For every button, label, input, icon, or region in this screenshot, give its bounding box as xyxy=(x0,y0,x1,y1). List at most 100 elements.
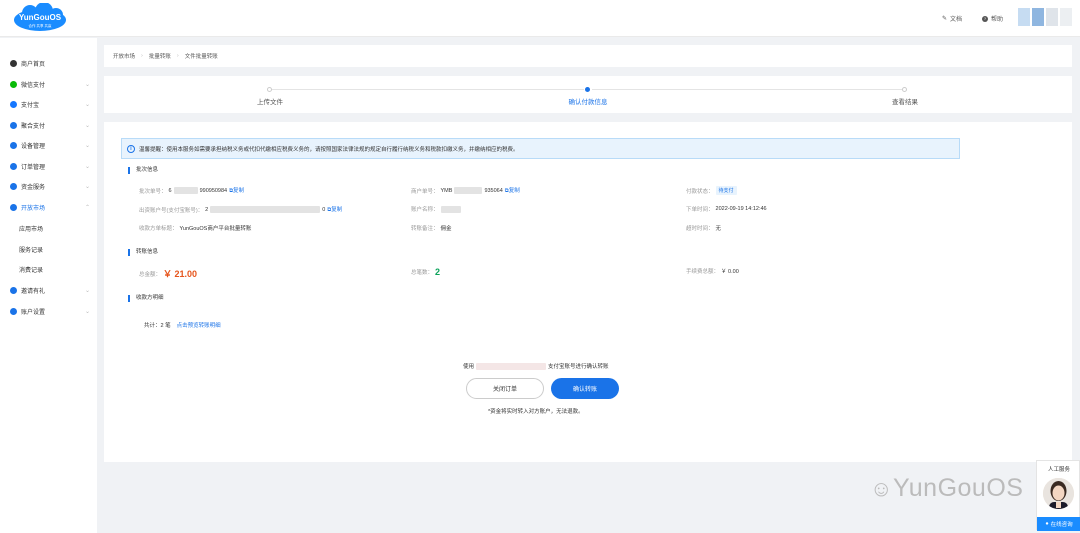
breadcrumb-separator: › xyxy=(141,53,143,59)
confirm-use-prefix: 使用 xyxy=(463,364,475,370)
wechat-watermark-icon: ☺ xyxy=(870,476,893,501)
pay-status-row: 付款状态： 待支付 xyxy=(686,186,737,195)
market-icon xyxy=(10,203,17,211)
watermark: ☺YunGouOS xyxy=(870,474,1023,503)
payer-redacted xyxy=(210,206,321,213)
settings-icon xyxy=(10,307,17,315)
step-dot-upload xyxy=(267,87,272,92)
merchant-no-prefix: YMB xyxy=(440,187,453,194)
total-amount-label: 总金额： xyxy=(139,271,162,278)
total-amount-value: ￥ 21.00 xyxy=(163,269,198,279)
step-connector xyxy=(272,89,584,90)
payer-prefix: 2 xyxy=(205,206,209,213)
confirm-account-redacted xyxy=(476,362,547,370)
order-time-value: 2022-09-19 14:12:46 xyxy=(715,206,767,212)
notice-text: 温馨提醒：使用本服务如需要承担纳税义务或代扣代缴相应税费义务的，请按照国家法律法… xyxy=(139,146,519,153)
sidebar-subitem[interactable]: 消费记录 xyxy=(19,265,43,274)
timeout-label: 超时时间： xyxy=(686,226,714,232)
sidebar-item-label: 订单管理 xyxy=(21,164,46,171)
aggregate-icon xyxy=(10,121,17,129)
confirm-account-row: 使用 支付宝账号进行确认转账 xyxy=(463,362,609,370)
chevron-down-icon: ⌄ xyxy=(85,101,91,108)
top-header: YunGouOS 合作 共享 共赢 ✎ 文档 ? 帮助 xyxy=(0,0,1080,37)
sidebar-item[interactable]: 设备管理 ⌄ xyxy=(0,136,97,154)
help-link[interactable]: ? 帮助 xyxy=(982,14,1003,23)
total-count-value: 2 xyxy=(435,267,441,277)
confirm-note: *资金将实时转入对方账户，无法退款。 xyxy=(488,409,584,415)
sidebar-item[interactable]: 邀请有礼 ⌄ xyxy=(0,281,97,299)
steps-panel xyxy=(104,76,1072,113)
payee-section-title: 收款方明细 xyxy=(128,295,164,302)
sidebar-subitem[interactable]: 服务记录 xyxy=(19,245,43,254)
order-title-value: YunGouOS商户平台批量转账 xyxy=(179,226,252,232)
chevron-down-icon: ⌄ xyxy=(85,81,91,88)
chevron-down-icon: ⌄ xyxy=(85,183,91,190)
sidebar-item[interactable]: 聚合支付 ⌄ xyxy=(0,116,97,134)
pay-status-label: 付款状态： xyxy=(686,188,714,195)
remark-row: 转账备注： 佣金 xyxy=(411,224,452,232)
merchant-no-copy-button[interactable]: ⧉复制 xyxy=(505,186,520,195)
confirm-note-row: *资金将实时转入对方账户，无法退款。 xyxy=(488,407,584,415)
payer-label: 出资账户号(支付宝账号)： xyxy=(139,207,204,214)
confirm-use-suffix: 支付宝账号进行确认转账 xyxy=(548,364,609,370)
account-name-redacted xyxy=(440,205,461,213)
sidebar-item[interactable]: 资金服务 ⌄ xyxy=(0,177,97,195)
watermark-text: YunGouOS xyxy=(892,474,1024,502)
timeout-row: 超时时间： 无 xyxy=(686,224,721,232)
chevron-down-icon: ⌄ xyxy=(85,142,91,149)
confirm-transfer-button[interactable]: 确认转账 xyxy=(551,378,619,399)
fee-row: 手续费总额： ￥ 0.00 xyxy=(686,267,739,275)
gift-icon xyxy=(10,286,17,294)
merchant-no-redacted xyxy=(454,187,483,194)
batch-no-row: 批次单号： 6 990950984 ⧉复制 xyxy=(139,186,244,195)
breadcrumb-item-market[interactable]: 开放市场 xyxy=(113,52,135,60)
sidebar-item-label: 聚合支付 xyxy=(21,123,46,130)
sidebar-item[interactable]: 微信支付 ⌄ xyxy=(0,75,97,93)
chevron-down-icon: ⌄ xyxy=(85,163,91,170)
sidebar-item[interactable]: 开放市场 ⌃ xyxy=(0,198,97,216)
sidebar-item-label: 商户首页 xyxy=(21,61,46,68)
step-dot-result xyxy=(902,87,907,92)
order-time-label: 下单时间： xyxy=(686,207,714,213)
breadcrumb-item-batch[interactable]: 批量转账 xyxy=(149,52,171,60)
timeout-value: 无 xyxy=(715,226,722,232)
remark-value: 佣金 xyxy=(440,226,452,232)
account-name-label: 账户名称： xyxy=(411,207,439,213)
sidebar-item[interactable]: 支付宝 ⌄ xyxy=(0,95,97,113)
order-icon xyxy=(10,162,17,170)
total-count-label: 总笔数： xyxy=(411,270,434,276)
customer-service-widget[interactable]: 人工服务 ● 在线咨询 xyxy=(1036,460,1080,531)
docs-icon: ✎ xyxy=(942,16,948,22)
close-order-button[interactable]: 关闭订单 xyxy=(466,378,544,399)
user-avatar[interactable] xyxy=(1018,8,1072,26)
alipay-icon xyxy=(10,100,17,108)
sidebar-subitem[interactable]: 应用市场 xyxy=(19,224,43,233)
merchant-no-label: 商户单号： xyxy=(411,188,439,195)
sidebar-item-label: 账户设置 xyxy=(21,309,46,316)
sidebar-item[interactable]: 商户首页 xyxy=(0,54,97,72)
payer-copy-button[interactable]: ⧉复制 xyxy=(327,205,342,214)
sidebar-item-label: 微信支付 xyxy=(21,82,46,89)
agent-avatar xyxy=(1043,478,1074,509)
sidebar-item[interactable]: 账户设置 ⌄ xyxy=(0,302,97,320)
preview-details-link[interactable]: 点击预览转账明细 xyxy=(177,321,221,329)
sidebar-item-label: 设备管理 xyxy=(21,143,46,150)
merchant-no-suffix: 935064 xyxy=(484,187,503,194)
chevron-down-icon: ⌄ xyxy=(85,308,91,315)
step-upload-label: 上传文件 xyxy=(257,99,283,106)
sidebar-item[interactable]: 订单管理 ⌄ xyxy=(0,157,97,175)
logo-subtitle: 合作 共享 共赢 xyxy=(29,23,52,28)
breadcrumb-separator: › xyxy=(176,53,179,59)
batch-no-copy-button[interactable]: ⧉复制 xyxy=(229,186,244,195)
step-confirm-label: 确认付款信息 xyxy=(568,99,608,106)
payee-total: 共计：2 笔 xyxy=(144,323,171,329)
payer-row: 出资账户号(支付宝账号)： 2 0 ⧉复制 xyxy=(139,205,342,214)
info-icon: i xyxy=(127,144,135,153)
docs-link[interactable]: ✎ 文档 xyxy=(942,14,962,23)
yungouos-logo[interactable]: YunGouOS 合作 共享 共赢 xyxy=(10,2,70,33)
sidebar-item-label: 支付宝 xyxy=(21,102,40,109)
step-connector xyxy=(592,89,902,90)
sidebar-item-label: 资金服务 xyxy=(21,184,46,191)
order-title-row: 收款方单标题： YunGouOS商户平台批量转账 xyxy=(139,224,251,232)
online-consult-button[interactable]: ● 在线咨询 xyxy=(1037,517,1080,531)
